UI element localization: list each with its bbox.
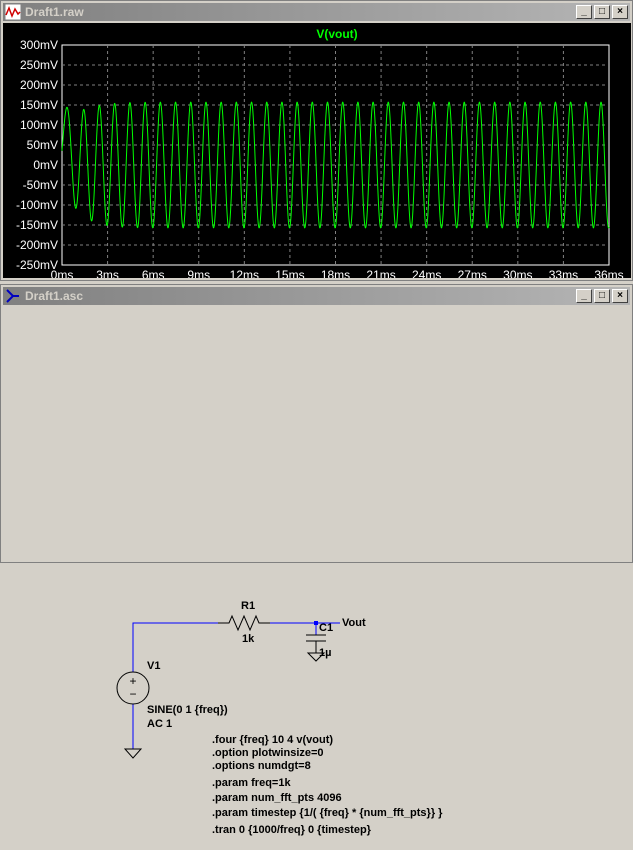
y-tick-label: 200mV [20, 78, 58, 92]
maximize-button[interactable]: □ [594, 5, 610, 19]
x-tick-label: 6ms [142, 268, 165, 278]
waveform-plot[interactable]: 300mV 250mV 200mV 150mV 100mV 50mV 0mV -50mV -10… [3, 23, 631, 282]
x-tick-label: 24ms [412, 268, 441, 278]
net-label-vout[interactable]: Vout [342, 617, 366, 629]
x-tick-label: 27ms [458, 268, 487, 278]
schematic-window-titlebar[interactable]: Draft1.asc _ □ × [3, 287, 630, 305]
y-tick-label: -150mV [16, 218, 58, 232]
wire-v1-to-r1[interactable] [132, 622, 218, 672]
y-tick-label: 0mV [33, 158, 58, 172]
y-tick-label: 300mV [20, 38, 58, 52]
y-tick-label: -200mV [16, 238, 58, 252]
x-tick-label: 15ms [275, 268, 304, 278]
junction-vout [314, 621, 318, 625]
schematic-svg[interactable]: + − R1 1k Vout C1 1µ V1 SINE(0 1 {freq})… [3, 591, 631, 845]
x-tick-label: 36ms [594, 268, 623, 278]
waveform-app-icon [5, 4, 21, 20]
v1-value-label[interactable]: SINE(0 1 {freq}) [147, 704, 228, 716]
minimize-button[interactable]: _ [576, 5, 592, 19]
v1-minus-sign: − [129, 687, 136, 701]
y-tick-label: 250mV [20, 58, 58, 72]
y-tick-label: -100mV [16, 198, 58, 212]
schematic-window: Draft1.asc _ □ × + − R1 1k Vout C1 1µ V1… [0, 284, 633, 845]
y-tick-label: 50mV [27, 138, 58, 152]
spice-directive[interactable]: .param num_fft_pts 4096 [212, 792, 342, 804]
v1-plus-sign: + [129, 674, 136, 688]
x-tick-label: 0ms [51, 268, 74, 278]
waveform-svg[interactable]: 300mV 250mV 200mV 150mV 100mV 50mV 0mV -50mV -10… [3, 23, 631, 282]
spice-directive[interactable]: .param freq=1k [212, 777, 291, 789]
spice-directive[interactable]: .options numdgt=8 [212, 760, 311, 772]
y-tick-label: 150mV [20, 98, 58, 112]
plot-window-titlebar[interactable]: Draft1.raw _ □ × [3, 3, 630, 21]
x-tick-label: 21ms [366, 268, 395, 278]
r1-name-label[interactable]: R1 [241, 600, 255, 612]
trace-label[interactable]: V(vout) [316, 27, 357, 41]
plot-window-title: Draft1.raw [25, 5, 84, 19]
maximize-button[interactable]: □ [594, 289, 610, 303]
spice-directive[interactable]: .option plotwinsize=0 [212, 747, 324, 759]
spice-directive[interactable]: .tran 0 {1000/freq} 0 {timestep} [212, 824, 372, 836]
schematic-window-title: Draft1.asc [25, 289, 84, 303]
c1-value-label[interactable]: 1µ [319, 647, 331, 659]
x-tick-label: 18ms [321, 268, 350, 278]
x-tick-label: 30ms [503, 268, 532, 278]
schematic-canvas[interactable]: + − R1 1k Vout C1 1µ V1 SINE(0 1 {freq})… [3, 591, 631, 845]
v1-ac-label[interactable]: AC 1 [147, 718, 172, 730]
resistor-r1[interactable] [218, 614, 270, 632]
x-tick-label: 3ms [96, 268, 119, 278]
spice-directive[interactable]: .param timestep {1/( {freq} * {num_fft_p… [212, 807, 443, 819]
ground-symbol-v1 [123, 748, 143, 759]
r1-value-label[interactable]: 1k [242, 633, 255, 645]
close-button[interactable]: × [612, 289, 628, 303]
spice-directive[interactable]: .four {freq} 10 4 v(vout) [212, 734, 333, 746]
plot-window: Draft1.raw _ □ × 300mV 250mV 200mV 150mV 100… [0, 0, 633, 282]
x-tick-label: 33ms [549, 268, 578, 278]
minimize-button[interactable]: _ [576, 289, 592, 303]
close-button[interactable]: × [612, 5, 628, 19]
x-tick-label: 12ms [230, 268, 259, 278]
y-tick-label: -50mV [23, 178, 58, 192]
v1-name-label[interactable]: V1 [147, 660, 160, 672]
x-tick-label: 9ms [187, 268, 210, 278]
y-tick-label: 100mV [20, 118, 58, 132]
c1-name-label[interactable]: C1 [319, 622, 333, 634]
schematic-app-icon [6, 289, 19, 303]
